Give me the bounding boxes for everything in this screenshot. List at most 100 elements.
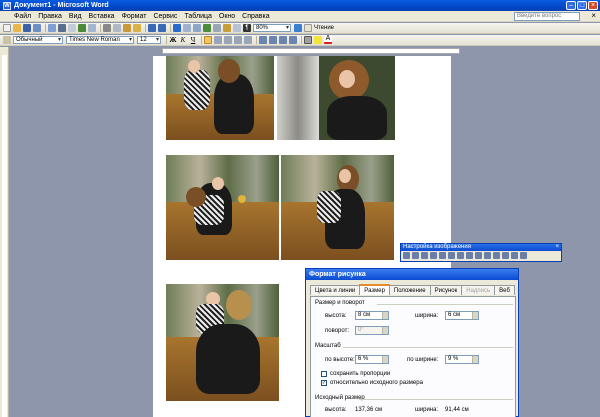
window-title: Документ1 - Microsoft Word: [14, 2, 109, 9]
redo-icon[interactable]: [158, 24, 166, 32]
print-preview-icon[interactable]: [68, 24, 76, 32]
scale-width-label: по ширине:: [407, 357, 439, 363]
picture-toolbar-title[interactable]: Настройка изображения: [401, 244, 561, 251]
color-icon[interactable]: [412, 252, 419, 259]
photo-2[interactable]: [277, 56, 395, 140]
more-brightness-icon[interactable]: [439, 252, 446, 259]
font-size-combo[interactable]: 12: [137, 36, 161, 44]
research-icon[interactable]: [88, 24, 96, 32]
compress-icon[interactable]: [484, 252, 491, 259]
height-spinner[interactable]: 8 см: [355, 311, 389, 320]
reading-icon[interactable]: [304, 24, 312, 32]
insert-picture-icon[interactable]: [403, 252, 410, 259]
italic-button[interactable]: К: [179, 36, 187, 44]
menu-help[interactable]: Справка: [242, 13, 269, 20]
format-picture-icon[interactable]: [502, 252, 509, 259]
photo-3[interactable]: [166, 155, 279, 260]
scale-height-spinner[interactable]: 6 %: [355, 355, 389, 364]
help-icon[interactable]: [294, 24, 302, 32]
tables-borders-icon[interactable]: [183, 24, 191, 32]
close-button[interactable]: ×: [588, 1, 598, 10]
line-spacing-icon[interactable]: [244, 36, 252, 44]
font-color-icon[interactable]: A: [324, 35, 332, 44]
styles-pane-icon[interactable]: [3, 36, 11, 44]
font-combo[interactable]: Times New Roman: [66, 36, 134, 44]
drawing-icon[interactable]: [223, 24, 231, 32]
text-wrapping-icon[interactable]: [493, 252, 500, 259]
less-brightness-icon[interactable]: [448, 252, 455, 259]
print-icon[interactable]: [58, 24, 66, 32]
keep-ratio-checkbox[interactable]: [321, 371, 327, 377]
reset-picture-icon[interactable]: [520, 252, 527, 259]
undo-icon[interactable]: [148, 24, 156, 32]
more-contrast-icon[interactable]: [421, 252, 428, 259]
transparent-color-icon[interactable]: [511, 252, 518, 259]
menu-insert[interactable]: Вставка: [89, 13, 115, 20]
photo-1[interactable]: [166, 56, 274, 140]
format-painter-icon[interactable]: [133, 24, 141, 32]
menu-file[interactable]: Файл: [14, 13, 31, 20]
email-icon[interactable]: [48, 24, 56, 32]
justify-icon[interactable]: [234, 36, 242, 44]
relative-size-checkbox[interactable]: ✓: [321, 380, 327, 386]
hyperlink-icon[interactable]: [173, 24, 181, 32]
columns-icon[interactable]: [213, 24, 221, 32]
underline-button[interactable]: Ч: [189, 36, 197, 44]
align-left-icon[interactable]: [204, 36, 212, 44]
menu-format[interactable]: Формат: [122, 13, 147, 20]
less-contrast-icon[interactable]: [430, 252, 437, 259]
increase-indent-icon[interactable]: [289, 36, 297, 44]
menu-bar: Файл Правка Вид Вставка Формат Сервис Та…: [0, 11, 600, 22]
scale-width-spinner[interactable]: 9 %: [445, 355, 479, 364]
tab-colors-lines[interactable]: Цвета и линии: [310, 285, 361, 295]
minimize-button[interactable]: –: [566, 1, 576, 10]
align-center-icon[interactable]: [214, 36, 222, 44]
picture-toolbar: Настройка изображения ×: [400, 243, 562, 262]
spelling-icon[interactable]: [78, 24, 86, 32]
style-combo[interactable]: Обычный: [13, 36, 63, 44]
help-search-input[interactable]: Введите вопрос: [514, 12, 580, 21]
tab-layout[interactable]: Положение: [388, 285, 431, 295]
rotate-icon[interactable]: [466, 252, 473, 259]
menu-view[interactable]: Вид: [69, 13, 82, 20]
menu-table[interactable]: Таблица: [184, 13, 211, 20]
bold-button[interactable]: Ж: [169, 36, 177, 44]
copy-icon[interactable]: [113, 24, 121, 32]
paste-icon[interactable]: [123, 24, 131, 32]
document-close-icon[interactable]: ×: [591, 12, 596, 20]
insert-table-icon[interactable]: [193, 24, 201, 32]
bullets-icon[interactable]: [269, 36, 277, 44]
highlight-icon[interactable]: [314, 36, 322, 44]
insert-excel-icon[interactable]: [203, 24, 211, 32]
align-right-icon[interactable]: [224, 36, 232, 44]
open-icon[interactable]: [13, 24, 21, 32]
width-spinner[interactable]: 6 см: [445, 311, 479, 320]
maximize-button[interactable]: □: [577, 1, 587, 10]
tab-web[interactable]: Веб: [494, 285, 515, 295]
dialog-title: Формат рисунка: [306, 269, 518, 280]
save-icon[interactable]: [23, 24, 31, 32]
tab-picture[interactable]: Рисунок: [429, 285, 463, 295]
document-map-icon[interactable]: [233, 24, 241, 32]
numbering-icon[interactable]: [259, 36, 267, 44]
menu-tools[interactable]: Сервис: [153, 13, 177, 20]
photo-4[interactable]: [281, 155, 394, 260]
borders-icon[interactable]: [304, 36, 312, 44]
decrease-indent-icon[interactable]: [279, 36, 287, 44]
crop-icon[interactable]: [457, 252, 464, 259]
permission-icon[interactable]: [33, 24, 41, 32]
photo-5[interactable]: [166, 284, 279, 401]
height-label: высота:: [325, 313, 347, 319]
cut-icon[interactable]: [103, 24, 111, 32]
show-hide-icon[interactable]: ¶: [243, 24, 251, 32]
line-style-icon[interactable]: [475, 252, 482, 259]
zoom-combo[interactable]: 80%: [253, 24, 291, 32]
menu-window[interactable]: Окно: [219, 13, 235, 20]
picture-toolbar-close-icon[interactable]: ×: [555, 244, 559, 250]
tab-size[interactable]: Размер: [359, 284, 390, 295]
new-document-icon[interactable]: [3, 24, 11, 32]
reading-mode-button[interactable]: Чтение: [314, 25, 334, 31]
menu-edit[interactable]: Правка: [38, 13, 62, 20]
rotation-label: поворот:: [325, 328, 349, 334]
format-picture-dialog: Формат рисунка Цвета и линии Размер Поло…: [305, 268, 519, 417]
